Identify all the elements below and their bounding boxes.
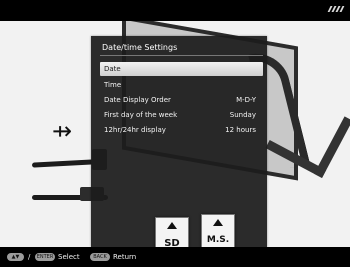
menu-item-label: Time [104,81,122,89]
menu-item-label: First day of the week [104,111,178,119]
menu-item-date[interactable]: Date [100,62,263,76]
top-status-bar [0,0,350,21]
select-label: Select [58,253,80,261]
menu-item-value: 12 hours [225,126,256,134]
back-key-icon: BACK [90,253,110,261]
status-icon [327,6,345,12]
arrow-keys-icon: ▲▼ [7,253,24,261]
menu-item-label: 12hr/24hr display [104,126,166,134]
menu-item-value: M-D-Y [236,96,256,104]
footer-separator: / [28,253,31,261]
menu-item-time[interactable]: Time [100,78,263,92]
memory-stick-label: M.S. [206,235,230,245]
return-label: Return [113,253,137,261]
cable-illustration [31,159,95,168]
date-time-settings-menu: Date/time Settings Date Time Date Displa… [91,36,267,247]
usb-icon: ⇸ [52,117,73,145]
menu-item-label: Date Display Order [104,96,171,104]
menu-item-first-day-of-week[interactable]: First day of the week Sunday [100,108,263,122]
footer-help-bar: ▲▼ / ENTER Select BACK Return [0,247,350,267]
menu-item-label: Date [104,65,121,73]
menu-item-value: Sunday [229,111,256,119]
memory-stick-arrow-icon [213,219,223,226]
menu-item-12hr-24hr-display[interactable]: 12hr/24hr display 12 hours [100,123,263,137]
photo-frame-settings-screen: ⇸ Date/time Settings Date Time Date Disp… [0,0,350,267]
menu-title: Date/time Settings [102,43,178,52]
menu-divider [100,55,263,56]
menu-item-date-display-order[interactable]: Date Display Order M-D-Y [100,93,263,107]
sd-card-arrow-icon [167,222,177,229]
enter-key-icon: ENTER [35,253,55,261]
